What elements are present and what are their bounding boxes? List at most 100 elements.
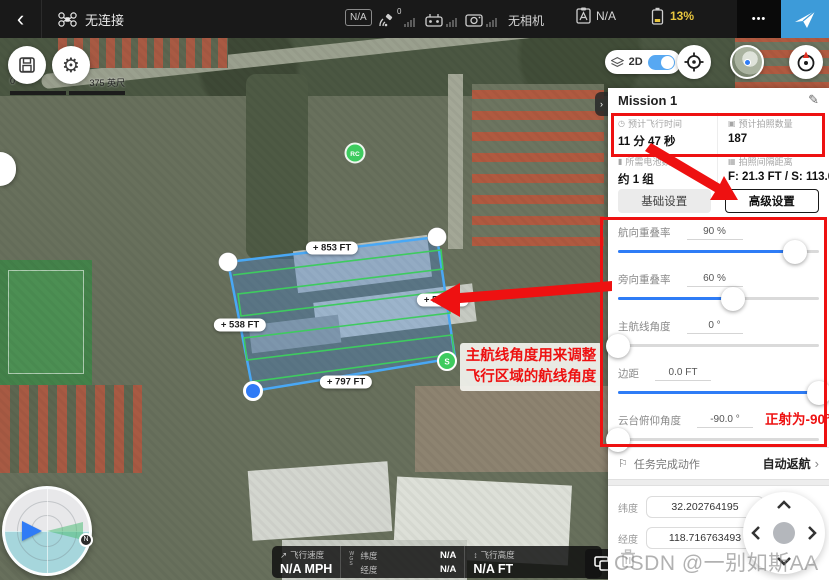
altitude-value: N/A FT: [473, 562, 514, 576]
slider-value[interactable]: 0 °: [687, 320, 743, 334]
minimap-position-dot: [744, 59, 751, 66]
complete-action-value: 自动返航: [763, 455, 811, 472]
satellite-count: 0: [397, 7, 401, 16]
panel-collapse-handle[interactable]: ›: [595, 92, 608, 116]
latitude-label: 纬度: [618, 500, 646, 515]
edge-length-label: + 853 FT: [306, 242, 358, 255]
edge-length-label: + 538 FT: [214, 319, 266, 332]
tutorial-note-line2: 飞行区域的航线角度: [466, 367, 597, 388]
clock-icon: ◷: [618, 119, 625, 128]
advanced-settings: 航向重叠率 90 % 旁向重叠率 60 %: [608, 218, 829, 447]
slider-knob[interactable]: [807, 381, 829, 405]
complete-action-label: 任务完成动作: [634, 456, 700, 472]
layers-icon: [611, 57, 624, 68]
stat-label: 所需电池数: [625, 155, 670, 168]
wgs-label: WGS: [349, 550, 356, 578]
flight-mode[interactable]: N/A: [576, 7, 616, 24]
slider-track[interactable]: [618, 391, 819, 394]
telemetry-position: WGS 纬度 N/A 经度 N/A: [340, 546, 464, 578]
altitude-label: 飞行高度: [481, 549, 515, 561]
gps-signal: 0: [378, 7, 415, 31]
stat-label: 预计拍照数量: [739, 117, 793, 130]
tutorial-note: 主航线角度用来调整 飞行区域的航线角度: [460, 343, 602, 391]
camera-signal: [465, 7, 497, 31]
slider-value[interactable]: 60 %: [687, 273, 743, 287]
slider-value[interactable]: 90 %: [687, 226, 743, 240]
slider-knob[interactable]: [606, 428, 630, 452]
rc-signal-bars: [446, 18, 457, 31]
map-orientation-button[interactable]: [789, 45, 823, 79]
back-button[interactable]: ‹: [0, 0, 42, 38]
stat-batteries: ▮ 所需电池数 约 1 组: [608, 150, 718, 188]
more-menu-button[interactable]: •••: [737, 0, 781, 38]
camera-icon: [465, 13, 483, 27]
scale-bar: [10, 91, 125, 95]
edge-length-label: + 521 FT: [417, 294, 469, 307]
compass-needle-icon: [795, 51, 817, 73]
aircraft-heading-arrow: [22, 521, 42, 541]
takeoff-button[interactable]: [781, 0, 829, 38]
locate-button[interactable]: [677, 45, 711, 79]
save-mission-button[interactable]: [8, 46, 46, 84]
speed-icon: ↗: [280, 550, 287, 561]
vertex-handle[interactable]: [428, 228, 447, 247]
longitude-label: 经度: [618, 531, 646, 546]
vertex-handle[interactable]: [219, 253, 238, 272]
edit-mission-name-icon[interactable]: ✎: [808, 92, 819, 108]
slider-value[interactable]: 0.0 FT: [655, 367, 711, 381]
slider-track[interactable]: [618, 438, 819, 441]
telemetry-bar: ↗ 飞行速度 N/A MPH WGS 纬度 N/A 经度 N/A ↕ 飞行高度: [272, 546, 602, 578]
tab-basic-settings[interactable]: 基础设置: [618, 189, 711, 213]
scale-end: 375 英尺: [89, 76, 125, 89]
slider-track[interactable]: [618, 250, 819, 253]
compass-north-badge: N: [79, 533, 93, 547]
stat-interval-distance: ▦ 拍照间隔距离 F: 21.3 FT / S: 113.6 FT: [718, 150, 829, 188]
slider-row-front-overlap: 航向重叠率 90 %: [618, 224, 819, 269]
nudge-dpad[interactable]: [743, 492, 825, 574]
lat-value: N/A: [440, 550, 456, 562]
slider-knob[interactable]: [721, 287, 745, 311]
status-na-badge: N/A: [345, 9, 372, 26]
section-divider: [608, 479, 829, 486]
aircraft-status[interactable]: 无连接: [58, 10, 124, 29]
speed-label: 飞行速度: [290, 549, 324, 561]
slider-knob[interactable]: [606, 334, 630, 358]
slider-row-side-overlap: 旁向重叠率 60 %: [618, 271, 819, 316]
stat-value: 187: [728, 133, 829, 145]
battery-status[interactable]: 13%: [650, 7, 694, 25]
map-2d-toggle[interactable]: [648, 55, 675, 70]
attitude-compass: N: [2, 486, 92, 576]
lat-label: 纬度: [360, 550, 377, 562]
mission-stats: ◷ 预计飞行时间 11 分 47 秒 ▣ 预计拍照数量 187 ▮ 所需电池数 …: [608, 112, 829, 188]
distance-icon: ▦: [728, 157, 736, 166]
dpad-center-button[interactable]: [773, 522, 795, 544]
tab-advanced-settings[interactable]: 高级设置: [725, 189, 820, 213]
stat-value: 11 分 47 秒: [618, 133, 709, 149]
stat-label: 预计飞行时间: [628, 117, 682, 130]
telemetry-speed: ↗ 飞行速度 N/A MPH: [272, 546, 340, 578]
mission-title: Mission 1: [618, 93, 677, 108]
slider-label: 旁向重叠率: [618, 272, 671, 287]
coordinates-section: 纬度 32.202764195 经度 118.716763493: [608, 486, 829, 580]
flight-mode-icon: [576, 7, 591, 24]
rc-marker-label: RC: [350, 151, 360, 158]
settings-button[interactable]: ⚙: [52, 46, 90, 84]
flag-icon: ⚐: [618, 457, 628, 470]
vertex-handle-selected[interactable]: [245, 383, 262, 400]
slider-value[interactable]: -90.0 °: [697, 414, 753, 428]
mission-complete-action[interactable]: ⚐ 任务完成动作 自动返航 ›: [608, 447, 829, 479]
slider-track[interactable]: [618, 297, 819, 300]
lng-label: 经度: [360, 564, 377, 576]
slider-knob[interactable]: [783, 240, 807, 264]
minimap-button[interactable]: [730, 45, 764, 79]
slider-track[interactable]: [618, 344, 819, 347]
crosshair-icon: [684, 52, 704, 72]
telemetry-altitude: ↕ 飞行高度 N/A FT: [464, 546, 522, 578]
compass-dial: [2, 486, 92, 576]
satellite-icon: [378, 13, 394, 28]
lng-value: N/A: [440, 564, 456, 576]
battery-icon: [650, 7, 665, 25]
stat-value: 约 1 组: [618, 171, 709, 187]
map-mode-pill[interactable]: 2D: [605, 50, 681, 74]
gear-icon: ⚙: [62, 53, 80, 78]
